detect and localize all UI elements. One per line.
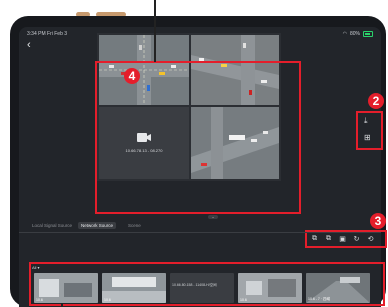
status-time: 3:34 PM Fri Feb 3 <box>27 31 68 37</box>
thumbnail-label: 10.6 - 7 · 四域 <box>308 297 330 301</box>
screen-save-icon[interactable]: ▣ <box>337 234 348 244</box>
callout-badge-4: 4 <box>124 68 140 84</box>
screen-toolbar: ⧉ ⧉ ▣ ↻ ⟲ <box>307 232 388 246</box>
thumbnail-4[interactable]: 10.6 <box>238 273 302 303</box>
thumbnail-1[interactable]: 10.6 <box>34 273 98 303</box>
side-tools: ⤓ ⊞ <box>359 113 381 146</box>
thumbnail-5[interactable]: 10.6 - 7 · 四域 <box>306 273 370 303</box>
thumbnail-3[interactable]: 10.66.80.158 - 11408-H/空间 <box>170 273 234 303</box>
battery-icon <box>363 31 373 37</box>
video-wall-highlight <box>95 61 301 214</box>
reset-icon[interactable]: ⟲ <box>365 234 376 244</box>
thumbnail-label: 10.6 <box>240 298 247 302</box>
thumbnail-label: 10.6 <box>36 298 43 302</box>
panel-collapse-handle[interactable]: ⌄ <box>208 215 218 219</box>
callout-badge-3: 3 <box>370 213 386 229</box>
tabs-divider <box>19 232 381 233</box>
source-filter-dropdown[interactable]: All ▾ <box>32 265 40 270</box>
office-camera-image <box>102 273 166 303</box>
tab-local-signal-source[interactable]: Local Signal Source <box>32 223 72 228</box>
callout-4-line <box>154 0 156 62</box>
source-tabs: Local Signal Source Network Source Scene <box>32 222 141 229</box>
source-thumbnail-strip: All ▾ 10.6 10.6 10.66.80.158 - 11408-H/空… <box>29 264 384 306</box>
office-camera-image <box>238 273 302 303</box>
thumbnail-label: 10.6 <box>104 298 111 302</box>
thumbnail-label: 10.66.80.158 - 11408-H/空间 <box>172 283 217 287</box>
screen-add-icon[interactable]: ⧉ <box>309 234 320 244</box>
screen-copy-icon[interactable]: ⧉ <box>323 234 334 244</box>
tab-network-source[interactable]: Network Source <box>78 222 117 229</box>
status-indicators: ◠ 80% <box>343 31 373 37</box>
grid-icon[interactable]: ⊞ <box>364 133 371 142</box>
wifi-icon: ◠ <box>342 31 347 37</box>
callout-badge-2: 2 <box>368 93 384 109</box>
tab-scene[interactable]: Scene <box>128 223 141 228</box>
thumbnail-2[interactable]: 10.6 <box>102 273 166 303</box>
rotate-icon[interactable]: ↻ <box>351 234 362 244</box>
office-camera-image <box>34 273 98 303</box>
download-icon[interactable]: ⤓ <box>364 116 368 126</box>
battery-percent: 80% <box>349 31 360 37</box>
